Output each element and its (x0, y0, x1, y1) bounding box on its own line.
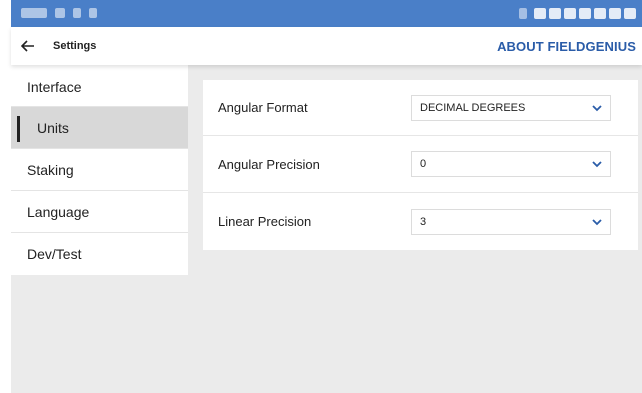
status-right-icons (519, 8, 636, 19)
wifi-icon (534, 8, 546, 19)
sidebar-item-units[interactable]: Units (11, 107, 188, 149)
angular-format-label: Angular Format (218, 100, 308, 115)
sidebar-item-label: Dev/Test (27, 246, 82, 262)
chevron-down-icon (592, 161, 602, 168)
angular-precision-select[interactable]: 0 (411, 151, 611, 177)
linear-precision-value: 3 (420, 215, 427, 228)
play-icon (89, 8, 97, 18)
chevron-down-icon (592, 218, 602, 225)
bluetooth-icon (519, 8, 527, 19)
angular-precision-row: Angular Precision 0 (203, 136, 638, 193)
settings-sidebar: Interface Units Staking Language Dev/Tes… (11, 65, 188, 275)
sidebar-item-dev-test[interactable]: Dev/Test (11, 233, 188, 275)
screenshot-icon (579, 8, 591, 19)
angular-format-value: DECIMAL DEGREES (420, 101, 526, 114)
back-button[interactable] (11, 27, 45, 65)
arrow-left-icon (21, 40, 34, 52)
rotate-icon (609, 8, 621, 19)
power-icon (624, 8, 636, 19)
sidebar-item-label: Staking (27, 161, 74, 178)
active-indicator (17, 116, 20, 142)
sidebar-item-interface[interactable]: Interface (11, 65, 188, 107)
status-left-icons (21, 8, 97, 18)
linear-precision-select[interactable]: 3 (411, 208, 611, 235)
settings-icon (549, 8, 561, 19)
app-indicator-icon (21, 8, 47, 18)
app-bar: Settings ABOUT FIELDGENIUS (11, 27, 642, 65)
volume-icon (594, 8, 606, 19)
angular-format-select[interactable]: DECIMAL DEGREES (411, 94, 611, 121)
linear-precision-label: Linear Precision (218, 214, 312, 229)
angular-format-row: Angular Format DECIMAL DEGREES (203, 80, 638, 136)
sidebar-item-label: Units (37, 119, 69, 136)
settings-content: Interface Units Staking Language Dev/Tes… (11, 65, 642, 393)
sidebar-item-label: Interface (27, 79, 82, 95)
sidebar-item-label: Language (27, 203, 90, 220)
play-icon (73, 8, 81, 18)
notification-icon (55, 8, 65, 18)
angular-precision-label: Angular Precision (218, 156, 320, 172)
sidebar-item-staking[interactable]: Staking (11, 149, 188, 191)
chevron-down-icon (592, 104, 602, 111)
system-status-bar (11, 0, 642, 27)
camera-icon (564, 8, 576, 19)
angular-precision-value: 0 (420, 158, 427, 170)
linear-precision-row: Linear Precision 3 (203, 193, 638, 250)
about-button[interactable]: ABOUT FIELDGENIUS (497, 39, 636, 54)
page-title: Settings (53, 40, 97, 52)
sidebar-item-language[interactable]: Language (11, 191, 188, 233)
units-panel: Angular Format DECIMAL DEGREES Angular P… (203, 80, 638, 250)
